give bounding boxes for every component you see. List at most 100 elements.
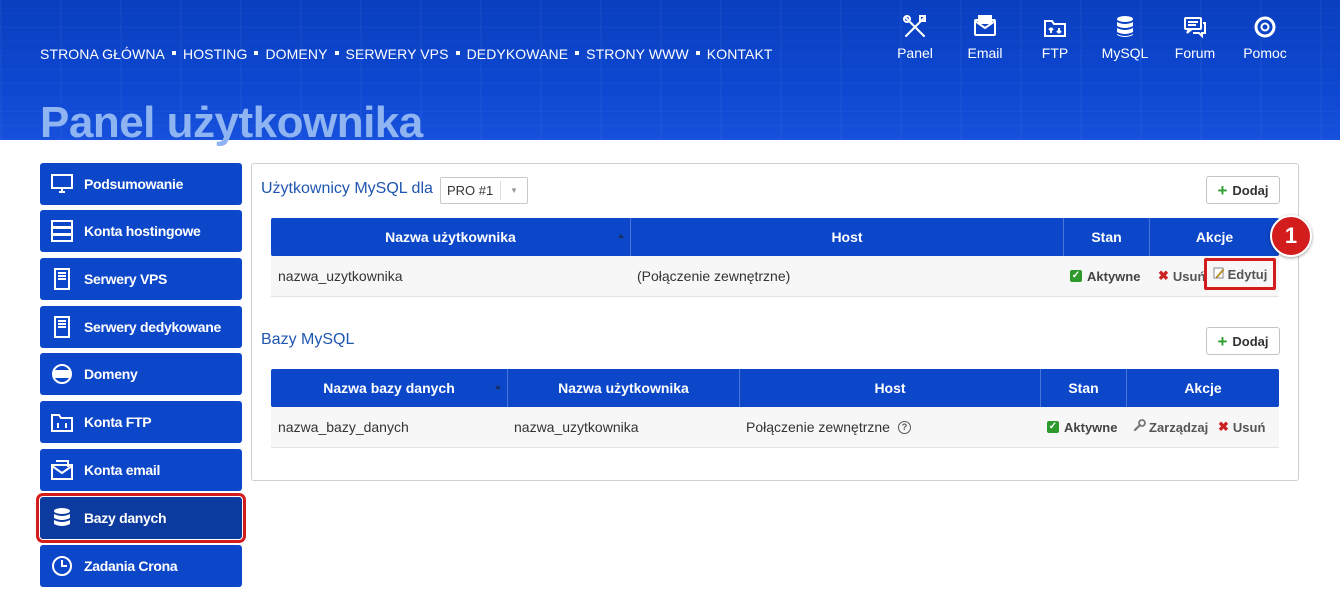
sort-icon	[495, 385, 501, 389]
col-db-status-label: Stan	[1068, 380, 1099, 396]
col-db-status: Stan	[1041, 369, 1127, 407]
sort-icon	[618, 234, 624, 238]
quicklink-ftp[interactable]: FTP	[1020, 14, 1090, 61]
add-user-label: Dodaj	[1232, 182, 1269, 198]
db-host-label: Połączenie zewnętrzne	[746, 419, 890, 435]
sidebar-item-dedicated[interactable]: Serwery dedykowane	[40, 306, 242, 348]
col-db-host: Host	[740, 369, 1041, 407]
step-number-badge: 1	[1270, 215, 1312, 257]
col-db-name-label: Nazwa bazy danych	[323, 380, 455, 396]
edit-user-link[interactable]: Edytuj	[1204, 258, 1276, 290]
quicklink-label: Panel	[897, 45, 933, 61]
nav-separator	[455, 51, 460, 55]
delete-label: Usuń	[1172, 268, 1204, 284]
sidebar-item-label: Podsumowanie	[84, 176, 184, 192]
sidebar-item-label: Konta hostingowe	[84, 223, 201, 239]
col-status-label: Stan	[1091, 229, 1122, 245]
col-actions: Akcje	[1150, 218, 1279, 256]
nav-separator	[171, 51, 176, 55]
ftp-folder-icon	[1044, 20, 1066, 37]
monitor-icon	[50, 172, 74, 196]
col-db-user-label: Nazwa użytkownika	[558, 380, 689, 396]
sidebar-item-hosting-accounts[interactable]: Konta hostingowe	[40, 210, 242, 252]
pencil-icon	[1213, 267, 1225, 282]
manage-database-link[interactable]: Zarządzaj	[1133, 407, 1208, 447]
status-label: Aktywne	[1064, 419, 1118, 435]
sidebar-item-label: Serwery VPS	[84, 271, 168, 287]
nav-dedicated[interactable]: DEDYKOWANE	[467, 46, 569, 62]
sidebar-item-label: Domeny	[84, 366, 138, 382]
quicklink-label: FTP	[1041, 45, 1069, 61]
delete-database-link[interactable]: ✖ Usuń	[1218, 407, 1265, 447]
col-username[interactable]: Nazwa użytkownika	[271, 218, 631, 256]
add-database-button[interactable]: + Dodaj	[1206, 327, 1280, 355]
check-icon: ✓	[1070, 270, 1082, 282]
wrench-icon	[1133, 419, 1146, 435]
nav-separator	[575, 51, 580, 55]
plus-icon: +	[1217, 180, 1228, 200]
sidebar-item-label: Konta FTP	[84, 414, 152, 430]
col-host-label: Host	[831, 229, 863, 245]
databases-section-title: Bazy MySQL	[261, 331, 355, 348]
table-row: nazwa_uzytkownika (Połączenie zewnętrzne…	[271, 256, 1279, 297]
status-label: Aktywne	[1087, 268, 1141, 284]
col-db-actions: Akcje	[1127, 369, 1279, 407]
page-title: Panel użytkownika	[40, 98, 423, 147]
sidebar-item-ftp[interactable]: Konta FTP	[40, 401, 242, 443]
col-db-name[interactable]: Nazwa bazy danych	[271, 369, 508, 407]
sidebar-item-vps[interactable]: Serwery VPS	[40, 258, 242, 300]
sidebar-item-databases[interactable]: Bazy danych	[36, 493, 246, 543]
user-status-cell: ✓ Aktywne	[1070, 256, 1140, 296]
nav-domains[interactable]: DOMENY	[265, 46, 327, 62]
quicklink-label: Forum	[1174, 45, 1216, 61]
col-host: Host	[631, 218, 1064, 256]
delete-user-link[interactable]: ✖ Usuń	[1158, 256, 1204, 296]
quicklink-label: Pomoc	[1243, 45, 1287, 61]
add-database-label: Dodaj	[1232, 333, 1269, 349]
sidebar-item-label: Bazy danych	[84, 510, 167, 526]
quicklink-help[interactable]: Pomoc	[1230, 14, 1300, 61]
sidebar-item-cron[interactable]: Zadania Crona	[40, 545, 242, 587]
delete-icon: ✖	[1218, 419, 1229, 434]
help-icon[interactable]: ?	[897, 420, 911, 434]
quicklink-mysql[interactable]: MySQL	[1090, 14, 1160, 61]
mail-icon	[50, 458, 74, 482]
sidebar-item-email[interactable]: Konta email	[40, 449, 242, 491]
nav-hosting[interactable]: HOSTING	[183, 46, 247, 62]
nav-contact[interactable]: KONTAKT	[707, 46, 773, 62]
delete-icon: ✖	[1158, 268, 1169, 283]
delete-label: Usuń	[1232, 419, 1266, 435]
package-select[interactable]: PRO #1 ▼	[440, 177, 528, 204]
col-db-actions-label: Akcje	[1184, 380, 1222, 396]
col-status: Stan	[1064, 218, 1150, 256]
nav-vps[interactable]: SERWERY VPS	[346, 46, 449, 62]
lifebuoy-icon	[1254, 16, 1276, 38]
quicklink-email[interactable]: Email	[950, 14, 1020, 61]
sidebar-item-label: Zadania Crona	[84, 558, 178, 574]
database-icon	[50, 506, 74, 530]
quicklink-label: MySQL	[1101, 45, 1149, 61]
col-db-host-label: Host	[874, 380, 906, 396]
user-name-cell: nazwa_uzytkownika	[278, 268, 403, 284]
dedicated-server-icon	[50, 315, 74, 339]
sidebar-item-domains[interactable]: Domeny	[40, 353, 242, 395]
server-icon	[50, 219, 74, 243]
edit-label: Edytuj	[1227, 266, 1268, 282]
quicklink-panel[interactable]: Panel	[880, 14, 950, 61]
nav-separator	[695, 51, 700, 55]
sidebar-item-summary[interactable]: Podsumowanie	[40, 163, 242, 205]
globe-www-icon	[50, 362, 74, 386]
col-actions-label: Akcje	[1195, 229, 1234, 245]
nav-separator	[334, 51, 339, 55]
nav-websites[interactable]: STRONY WWW	[586, 46, 689, 62]
quicklink-label: Email	[967, 45, 1003, 61]
quicklink-forum[interactable]: Forum	[1160, 14, 1230, 61]
sidebar-item-label: Konta email	[84, 462, 161, 478]
package-select-value: PRO #1	[447, 183, 494, 198]
mail-icon	[974, 15, 996, 36]
nav-home[interactable]: STRONA GŁÓWNA	[40, 46, 165, 62]
users-table-header: Nazwa użytkownika Host Stan Akcje	[271, 218, 1279, 256]
db-name-cell: nazwa_bazy_danych	[278, 419, 409, 435]
db-host-cell: Połączenie zewnętrzne ?	[746, 407, 911, 447]
add-user-button[interactable]: + Dodaj	[1206, 176, 1280, 204]
